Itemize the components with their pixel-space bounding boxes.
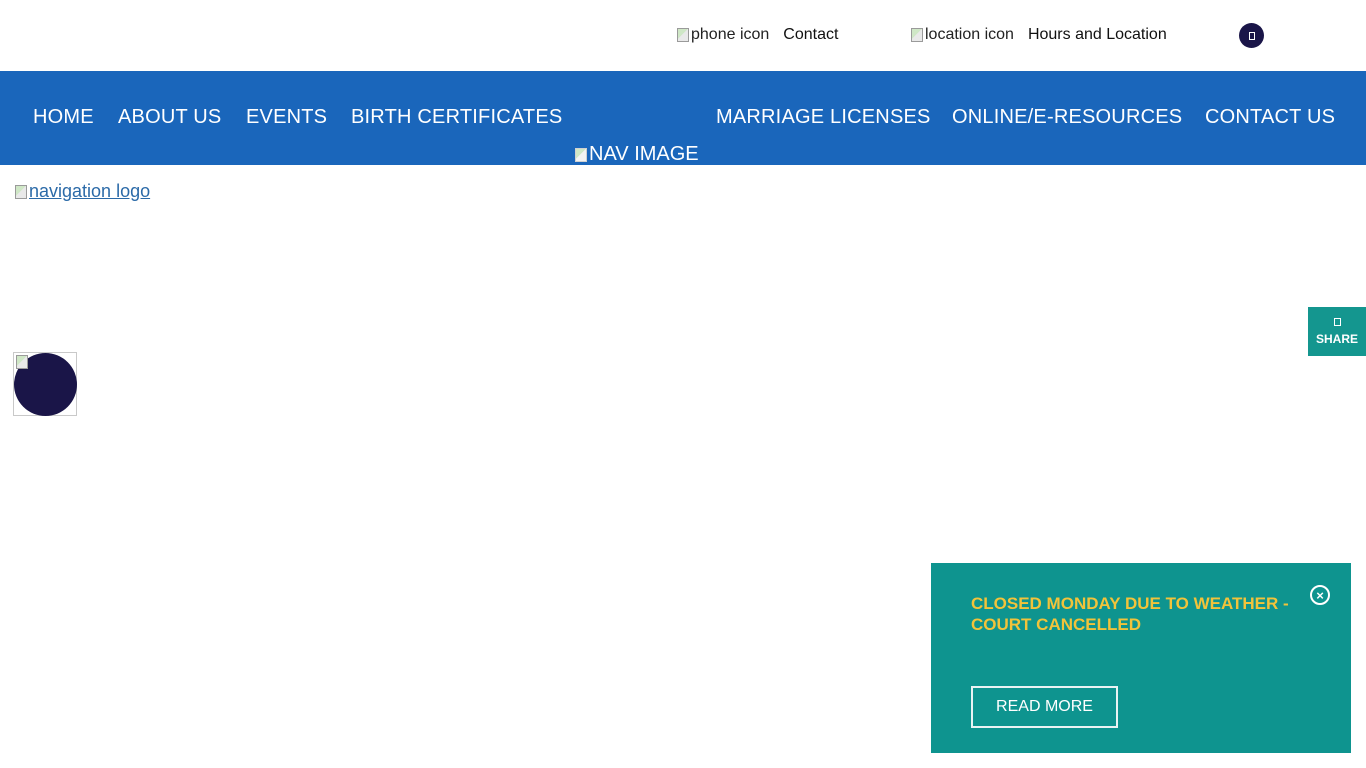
close-icon[interactable]: × (1310, 585, 1330, 605)
main-navigation: HOME ABOUT US EVENTS BIRTH CERTIFICATES … (0, 71, 1366, 165)
nav-image[interactable]: NAV IMAGE (575, 143, 699, 166)
menu-glyph-icon (1248, 31, 1255, 40)
navigation-logo-alt[interactable]: navigation logo (29, 181, 150, 202)
location-icon: location icon (911, 26, 1014, 44)
top-utility-bar: phone icon Contact location icon Hours a… (0, 0, 1366, 71)
nav-item-marriage-licenses[interactable]: MARRIAGE LICENSES (716, 106, 931, 129)
contact-label[interactable]: Contact (783, 26, 838, 44)
menu-icon[interactable] (1239, 23, 1264, 48)
avatar[interactable] (13, 352, 77, 416)
location-icon-alt: location icon (925, 26, 1014, 43)
navigation-logo-link[interactable]: navigation logo (15, 181, 150, 202)
broken-image-glyph-icon (15, 184, 27, 199)
phone-icon-alt: phone icon (691, 26, 770, 43)
nav-item-home[interactable]: HOME (33, 106, 94, 129)
nav-item-about-us[interactable]: ABOUT US (118, 106, 221, 129)
nav-item-events[interactable]: EVENTS (246, 106, 327, 129)
share-button[interactable]: SHARE (1308, 307, 1366, 356)
nav-item-birth-certificates[interactable]: BIRTH CERTIFICATES (351, 106, 562, 129)
hours-location-link[interactable]: location icon Hours and Location (911, 26, 1167, 44)
phone-icon: phone icon (677, 26, 769, 44)
alert-title: CLOSED MONDAY DUE TO WEATHER - COURT CAN… (971, 594, 1289, 634)
nav-item-contact-us[interactable]: CONTACT US (1205, 106, 1335, 129)
read-more-button[interactable]: READ MORE (971, 686, 1118, 728)
nav-item-online-e-resources[interactable]: ONLINE/E-RESOURCES (952, 106, 1182, 129)
broken-image-glyph-icon (16, 355, 28, 369)
share-icon (1333, 317, 1341, 326)
contact-link[interactable]: phone icon Contact (677, 26, 838, 44)
broken-image-glyph-icon (677, 28, 689, 42)
broken-image-glyph-icon (575, 147, 587, 162)
broken-image-glyph-icon (911, 28, 923, 42)
share-label: SHARE (1315, 331, 1358, 346)
nav-image-alt: NAV IMAGE (589, 143, 699, 165)
alert-popup: CLOSED MONDAY DUE TO WEATHER - COURT CAN… (931, 563, 1351, 753)
hours-location-label[interactable]: Hours and Location (1028, 26, 1167, 44)
